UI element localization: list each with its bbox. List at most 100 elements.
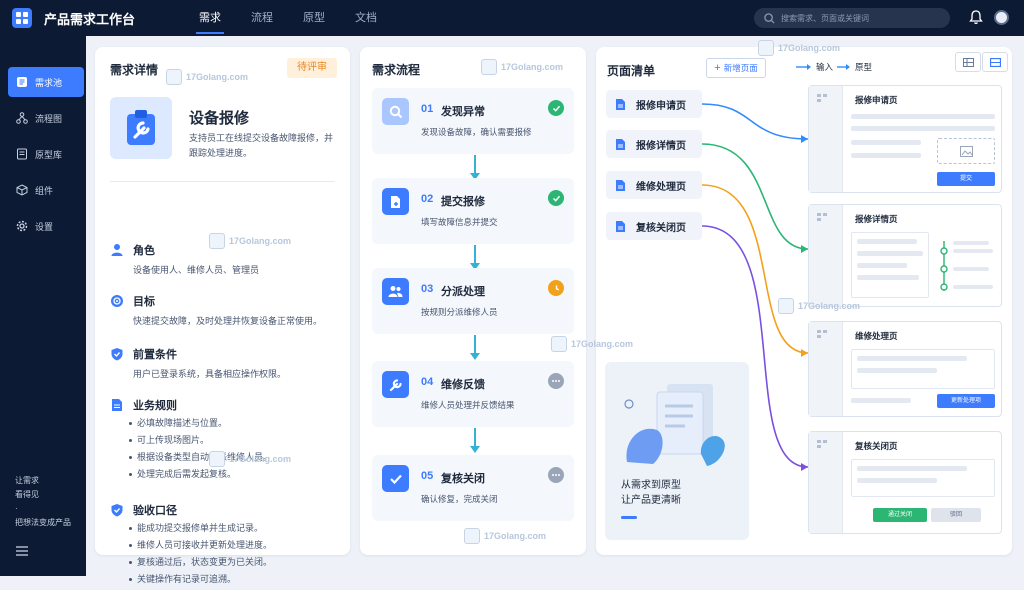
- watermark-icon: [551, 336, 567, 352]
- tab-flow[interactable]: 流程: [236, 0, 288, 36]
- section-title: 角色: [133, 245, 155, 257]
- checkbox-icon: [382, 465, 409, 492]
- tab-docs[interactable]: 文档: [340, 0, 392, 36]
- sidebar-item-requirement-pool[interactable]: 需求池: [8, 67, 84, 97]
- person-icon: [111, 244, 123, 256]
- slogan-line: 让需求: [15, 476, 39, 485]
- panel-title: 需求流程: [372, 63, 421, 77]
- approve-close-button[interactable]: 通过关闭: [873, 508, 927, 522]
- step-name: 发现异常: [441, 106, 485, 118]
- sidebar-item-label: 流程图: [35, 113, 63, 124]
- flow-step[interactable]: 02 提交报修 填写故障信息并提交: [372, 178, 574, 244]
- document-icon: [17, 148, 27, 160]
- section-title: 验收口径: [133, 505, 177, 517]
- check-icon: [548, 190, 564, 206]
- target-icon: [111, 295, 123, 307]
- section-title: 前置条件: [133, 349, 177, 361]
- shield-icon: [111, 348, 123, 361]
- watermark: 17Golang.com: [481, 59, 563, 75]
- bell-icon[interactable]: [969, 10, 983, 25]
- sidebar-item-settings[interactable]: 设置: [8, 211, 84, 241]
- placeholder-bar: [851, 114, 995, 119]
- watermark: 17Golang.com: [551, 336, 633, 352]
- sidebar-item-label: 需求池: [35, 77, 63, 88]
- avatar[interactable]: [994, 10, 1009, 25]
- reject-button[interactable]: 驳回: [931, 508, 981, 522]
- menu-icon[interactable]: [16, 546, 28, 556]
- wrench-icon: [382, 371, 409, 398]
- step-desc: 发现设备故障，确认需要报修: [421, 127, 532, 137]
- acceptance-item: 关键操作有记录可追溯。: [129, 573, 340, 586]
- prototype-card[interactable]: 复核关闭页 通过关闭 驳回: [808, 431, 1002, 534]
- card-title: 报修申请页: [855, 95, 898, 105]
- connector-line: [701, 103, 809, 140]
- prototype-card[interactable]: 维修处理页 更新处理项: [808, 321, 1002, 417]
- team-icon: [382, 278, 409, 305]
- accent-bar: [621, 516, 637, 519]
- watermark-text: 17Golang.com: [501, 62, 564, 72]
- window-icon: [817, 330, 827, 338]
- sidebar-item-components[interactable]: 组件: [8, 175, 84, 205]
- watermark-text: 17Golang.com: [186, 72, 249, 82]
- watermark-text: 17Golang.com: [229, 454, 292, 464]
- search-icon: [382, 98, 409, 125]
- section-business-rules: 业务规则 必填故障描述与位置。 可上传现场图片。 根据设备类型自动分派维修人员。…: [110, 397, 340, 485]
- card-title: 复核关闭页: [855, 441, 898, 451]
- acceptance-item: 复核通过后，状态变更为已关闭。: [129, 556, 340, 569]
- placeholder-bar: [857, 466, 967, 471]
- connector-arrow: [801, 349, 808, 357]
- connector-arrow: [801, 135, 808, 143]
- illustration-text: 从需求到原型 让产品更清晰: [621, 478, 681, 508]
- step-desc: 填写故障信息并提交: [421, 217, 498, 227]
- watermark-icon: [209, 451, 225, 467]
- watermark-text: 17Golang.com: [798, 301, 861, 311]
- search-input[interactable]: 搜索需求、页面或关键词: [754, 8, 950, 28]
- placeholder-bar: [857, 478, 937, 483]
- section-title: 业务规则: [133, 400, 177, 412]
- prototype-card[interactable]: 报修申请页 提交: [808, 85, 1002, 193]
- sidebar-item-prototypes[interactable]: 原型库: [8, 139, 84, 169]
- tab-prototype[interactable]: 原型: [288, 0, 340, 36]
- placeholder-bar: [851, 398, 911, 403]
- slogan-line: 把想法变成产品: [15, 518, 71, 527]
- flow-step[interactable]: 04 维修反馈 维修人员处理并反馈结果: [372, 361, 574, 427]
- watermark: 17Golang.com: [166, 69, 248, 85]
- requirement-name: 设备报修: [189, 110, 250, 127]
- documents-illustration-icon: [624, 384, 725, 466]
- placeholder-bar: [857, 239, 917, 244]
- submit-button[interactable]: 提交: [937, 172, 995, 186]
- requirement-detail-panel: 需求详情 待评审 设备报修 支持员工在线提交设备故障报修，并跟踪处理进度。 角色…: [95, 47, 350, 584]
- card-title: 维修处理页: [855, 331, 898, 341]
- connector-line: [701, 184, 809, 354]
- placeholder-bar: [857, 356, 967, 361]
- tab-requirements[interactable]: 需求: [184, 0, 236, 36]
- acceptance-item: 维修人员可接收并更新处理进度。: [129, 539, 340, 552]
- sidebar-item-label: 组件: [35, 185, 54, 196]
- illustration-line: 从需求到原型: [621, 480, 681, 491]
- window-icon: [817, 440, 827, 448]
- timeline-icon: [940, 241, 993, 291]
- watermark-icon: [778, 298, 794, 314]
- slogan-line: ·: [15, 504, 18, 513]
- watermark-text: 17Golang.com: [484, 531, 547, 541]
- cube-icon: [16, 184, 28, 196]
- placeholder-bar: [851, 140, 921, 145]
- document-icon: [112, 399, 122, 411]
- flow-step[interactable]: 03 分派处理 按规则分派维修人员: [372, 268, 574, 334]
- step-number: 02: [421, 193, 434, 205]
- step-number: 01: [421, 103, 434, 115]
- update-button[interactable]: 更新处理项: [937, 394, 995, 408]
- step-desc: 维修人员处理并反馈结果: [421, 400, 515, 410]
- connector-arrow: [801, 463, 808, 471]
- watermark: 17Golang.com: [209, 451, 291, 467]
- search-placeholder: 搜索需求、页面或关键词: [781, 13, 869, 23]
- panel-title: 需求详情: [110, 63, 159, 77]
- flow-step[interactable]: 05 复核关闭 确认修复，完成关闭: [372, 455, 574, 521]
- check-icon: [548, 100, 564, 116]
- flow-step[interactable]: 01 发现异常 发现设备故障，确认需要报修: [372, 88, 574, 154]
- step-name: 分派处理: [441, 286, 485, 298]
- section-body: 设备使用人、维修人员、管理员: [133, 265, 260, 275]
- section-preconditions: 前置条件 用户已登录系统，具备相应操作权限。: [110, 346, 340, 381]
- prototype-card[interactable]: 报修详情页: [808, 204, 1002, 307]
- sidebar-item-flowchart[interactable]: 流程图: [8, 103, 84, 133]
